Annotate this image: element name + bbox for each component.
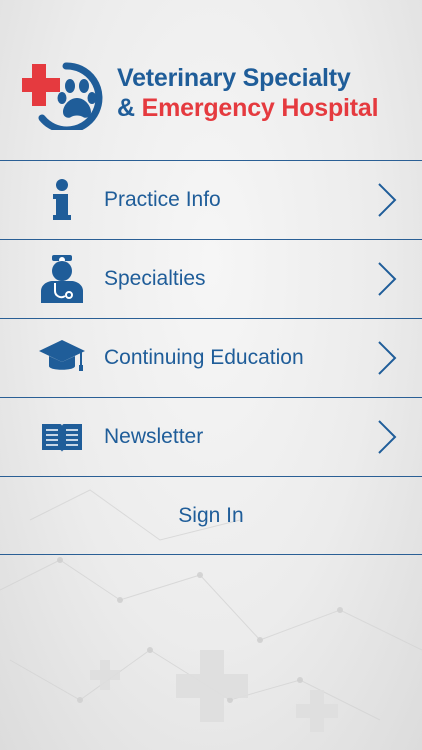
book-icon (38, 413, 86, 461)
chevron-right-icon (378, 183, 397, 217)
chevron-right-icon (378, 420, 397, 454)
hospital-name-line2: & Emergency Hospital (117, 94, 379, 123)
hospital-name-line1: Veterinary Specialty (117, 64, 351, 92)
hospital-name-emergency: Emergency Hospital (141, 94, 379, 122)
chevron-right-icon (378, 262, 397, 296)
ampersand: & (117, 94, 135, 122)
menu-item-newsletter[interactable]: Newsletter (0, 397, 422, 476)
hospital-logo-icon (22, 62, 103, 130)
menu-label: Practice Info (104, 188, 221, 211)
chevron-right-icon (378, 341, 397, 375)
info-icon (38, 176, 86, 224)
menu-item-continuing-education[interactable]: Continuing Education (0, 318, 422, 397)
menu-item-practice-info[interactable]: Practice Info (0, 160, 422, 239)
menu-item-specialties[interactable]: Specialties (0, 239, 422, 318)
app-header: Veterinary Specialty & Emergency Hospita… (0, 0, 422, 160)
menu-label: Continuing Education (104, 346, 304, 369)
menu-label: Specialties (104, 267, 206, 290)
main-menu: Practice Info Specialties Continuing Edu… (0, 160, 422, 476)
doctor-icon (38, 255, 86, 303)
menu-label: Newsletter (104, 425, 204, 448)
sign-in-button[interactable]: Sign In (0, 476, 422, 555)
graduation-cap-icon (38, 334, 86, 382)
